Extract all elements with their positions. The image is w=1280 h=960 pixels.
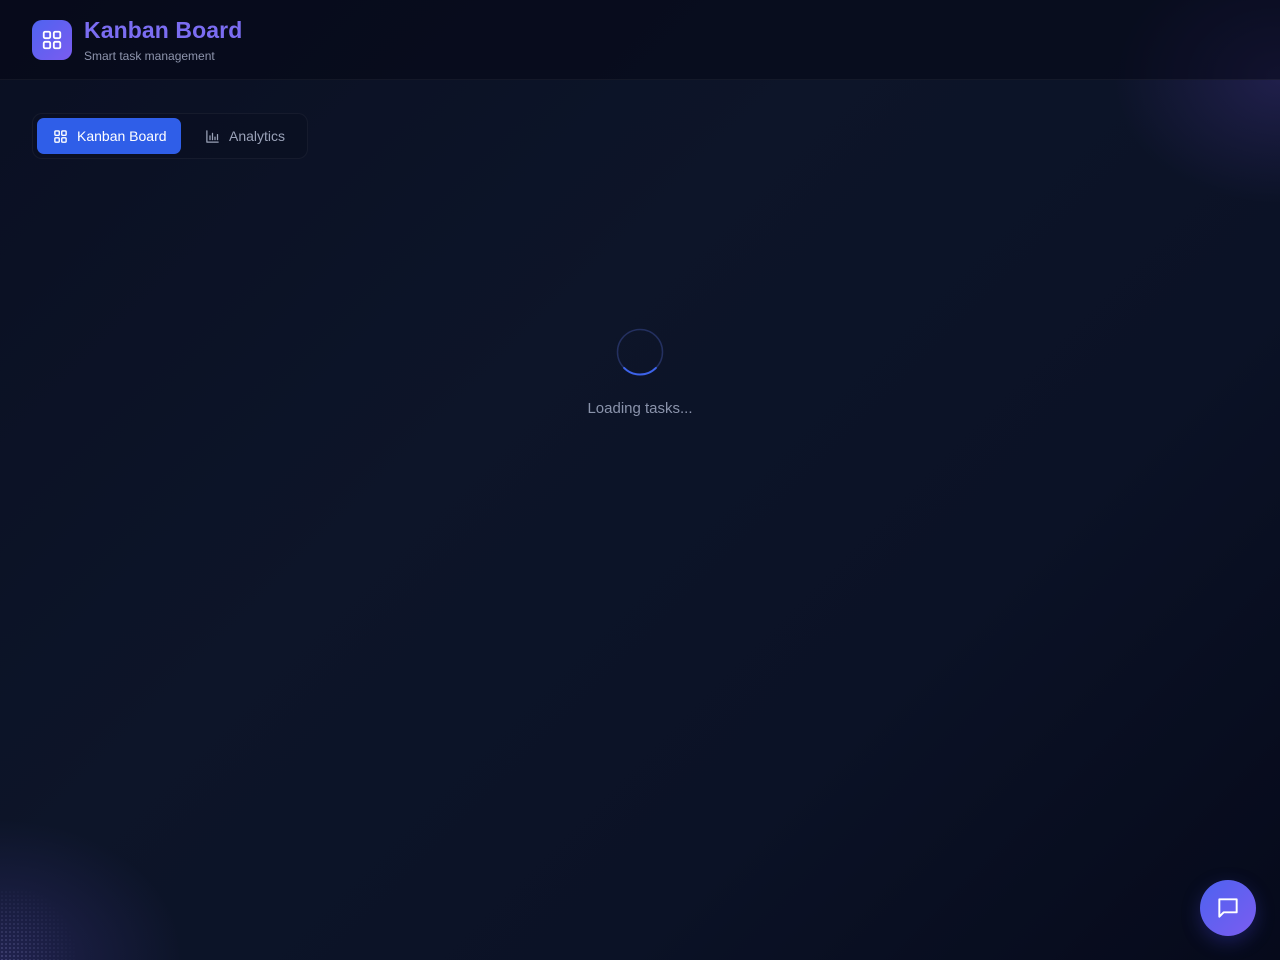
chat-button[interactable] xyxy=(1200,880,1256,936)
app-header: Kanban Board Smart task management xyxy=(0,0,1280,80)
app-subtitle: Smart task management xyxy=(84,49,215,63)
bar-chart-icon xyxy=(206,129,219,143)
tab-label: Analytics xyxy=(229,128,286,144)
tab-kanban-board[interactable]: Kanban Board xyxy=(37,118,181,154)
tab-label: Kanban Board xyxy=(77,128,167,144)
grid-icon xyxy=(42,30,62,50)
app-title: Kanban Board xyxy=(84,17,243,43)
app-logo xyxy=(32,20,72,60)
tab-analytics[interactable]: Analytics xyxy=(189,118,301,154)
decorative-dots xyxy=(0,890,80,960)
loading-spinner xyxy=(616,328,664,376)
grid-icon xyxy=(54,129,67,143)
loading-text: Loading tasks... xyxy=(587,400,693,417)
view-tabs: Kanban Board Analytics xyxy=(32,113,308,159)
chat-icon xyxy=(1218,898,1238,918)
